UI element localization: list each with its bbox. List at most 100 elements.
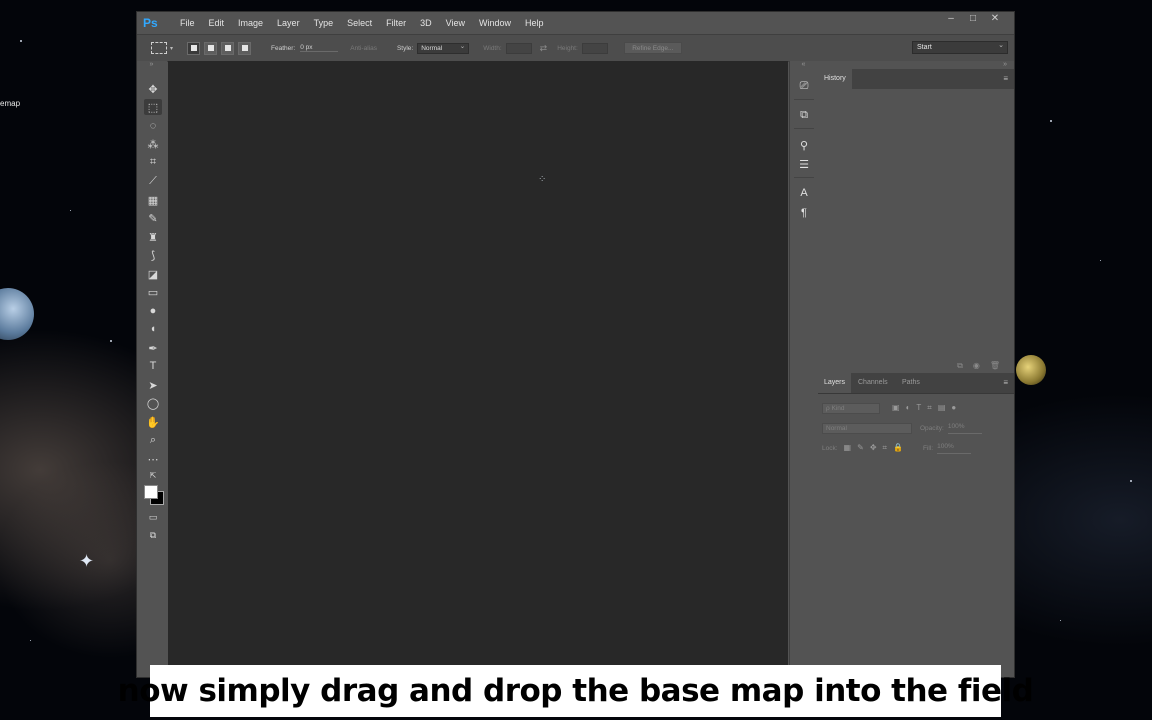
ellipse-tool-icon[interactable]: ◯ <box>144 395 162 411</box>
panel-menu-icon[interactable]: ≡ <box>1003 74 1008 83</box>
lock-image-icon[interactable]: ✎ <box>857 443 864 453</box>
character-panel-icon[interactable]: A <box>795 185 813 201</box>
magic-wand-tool-icon[interactable]: ⁂ <box>144 136 162 152</box>
photoshop-logo-icon: Ps <box>143 16 158 30</box>
move-tool-icon[interactable]: ✥ <box>144 81 162 97</box>
eraser-tool-icon[interactable]: ◪ <box>144 266 162 282</box>
lock-all-icon[interactable]: 🔒 <box>893 443 903 453</box>
crop-tool-icon[interactable]: ⌗ <box>144 154 162 170</box>
zoom-tool-icon[interactable]: ⌕ <box>144 432 162 448</box>
menu-file[interactable]: File <box>173 18 202 28</box>
antialias-checkbox[interactable]: Anti-alias <box>350 45 377 52</box>
desktop-icon-label[interactable]: emap <box>0 99 20 108</box>
tab-layers[interactable]: Layers <box>818 373 852 393</box>
refine-edge-button[interactable]: Refine Edge... <box>623 42 682 54</box>
screen-mode-icon[interactable]: ⧉ <box>144 527 162 543</box>
maximize-button[interactable]: □ <box>962 13 984 24</box>
photoshop-window: Ps File Edit Image Layer Type Select Fil… <box>136 11 1015 678</box>
panel-menu-icon[interactable]: ≡ <box>1003 378 1008 387</box>
filter-toggle-icon[interactable]: ● <box>951 403 956 413</box>
menu-type[interactable]: Type <box>307 18 341 28</box>
chevron-down-icon[interactable]: ▾ <box>170 45 173 52</box>
tab-paths[interactable]: Paths <box>896 373 926 393</box>
adjustments-icon[interactable]: ☰ <box>795 156 813 172</box>
tab-channels[interactable]: Channels <box>852 373 894 393</box>
dodge-tool-icon[interactable]: ◖ <box>144 321 162 337</box>
subtract-selection-button[interactable] <box>221 41 235 55</box>
hand-tool-icon[interactable]: ✋ <box>144 414 162 430</box>
menu-select[interactable]: Select <box>340 18 379 28</box>
lock-transparent-icon[interactable]: ▦ <box>844 443 852 453</box>
new-selection-button[interactable] <box>187 41 201 55</box>
paragraph-panel-icon[interactable]: ¶ <box>795 205 813 221</box>
menu-bar: Ps File Edit Image Layer Type Select Fil… <box>137 12 1014 34</box>
menu-view[interactable]: View <box>439 18 472 28</box>
swap-icon[interactable]: ⇄ <box>540 43 548 54</box>
menu-layer[interactable]: Layer <box>270 18 307 28</box>
type-filter-icon[interactable]: T <box>916 403 921 413</box>
workspace-select[interactable]: Start <box>912 40 1008 54</box>
layers-panel-header: Layers Channels Paths ≡ <box>818 373 1014 394</box>
history-brush-tool-icon[interactable]: ⟆ <box>144 247 162 263</box>
history-list[interactable] <box>818 89 1014 359</box>
menu-help[interactable]: Help <box>518 18 551 28</box>
fill-input[interactable]: 100% <box>937 443 972 454</box>
menu-image[interactable]: Image <box>231 18 270 28</box>
style-select[interactable]: Normal <box>417 42 470 54</box>
height-label: Height: <box>557 44 578 52</box>
height-input[interactable] <box>581 42 608 54</box>
marquee-tool-preset-icon[interactable] <box>151 42 167 54</box>
add-selection-button[interactable] <box>204 41 218 55</box>
menu-filter[interactable]: Filter <box>379 18 413 28</box>
panel-dock: « ⎚ ⧉ ⚲ ☰ A ¶ <box>789 61 818 677</box>
layer-filter-kind[interactable]: ρ Kind <box>822 402 880 414</box>
adjustment-filter-icon[interactable]: ◐ <box>906 403 911 413</box>
width-input[interactable] <box>505 42 532 54</box>
panel-grip[interactable]: « <box>790 61 818 71</box>
panel-grip[interactable]: » <box>137 61 167 71</box>
planet-image <box>1016 355 1046 385</box>
path-selection-tool-icon[interactable]: ➤ <box>144 377 162 393</box>
brush-tool-icon[interactable]: ✎ <box>144 210 162 226</box>
layer-filter-icons: ▣ ◐ T ⌗ ▤ ● <box>892 403 956 413</box>
lock-position-icon[interactable]: ✥ <box>870 443 877 453</box>
document-area[interactable]: ⁘ <box>168 61 788 677</box>
options-bar: ▾ Feather: 0 px Anti-alias Style: Normal… <box>137 34 1014 62</box>
subtitle-text: now simply drag and drop the base map in… <box>117 673 1034 709</box>
main-menu: File Edit Image Layer Type Select Filter… <box>173 18 551 28</box>
healing-brush-tool-icon[interactable]: ▦ <box>144 192 162 208</box>
planet-image <box>0 288 34 340</box>
menu-3d[interactable]: 3D <box>413 18 439 28</box>
opacity-input[interactable]: 100% <box>947 423 982 434</box>
foreground-color-swatch[interactable] <box>144 485 158 499</box>
feather-input[interactable]: 0 px <box>300 44 339 52</box>
marquee-tool-icon[interactable]: ⬚ <box>144 99 162 115</box>
shape-filter-icon[interactable]: ⌗ <box>927 403 932 413</box>
pixel-filter-icon[interactable]: ▣ <box>892 403 900 413</box>
clone-stamp-tool-icon[interactable]: ♜ <box>144 229 162 245</box>
selection-mode-group <box>187 41 252 55</box>
minimize-button[interactable]: – <box>940 13 962 24</box>
fill-label: Fill: <box>923 444 934 452</box>
blur-tool-icon[interactable]: ● <box>144 303 162 319</box>
clone-source-icon[interactable]: ⧉ <box>795 107 813 123</box>
menu-edit[interactable]: Edit <box>202 18 232 28</box>
type-tool-icon[interactable]: T <box>144 358 162 374</box>
history-panel-icon[interactable]: ⎚ <box>795 78 813 94</box>
star-sparkle: ✦ <box>79 551 95 571</box>
tab-history[interactable]: History <box>818 69 852 89</box>
pen-tool-icon[interactable]: ✒ <box>144 340 162 356</box>
lock-artboard-icon[interactable]: ⌗ <box>883 443 888 453</box>
eyedropper-tool-icon[interactable]: ⟋ <box>144 173 162 189</box>
brush-settings-icon[interactable]: ⚲ <box>795 137 813 153</box>
menu-window[interactable]: Window <box>472 18 518 28</box>
smart-object-filter-icon[interactable]: ▤ <box>938 403 946 413</box>
blend-mode-select[interactable]: Normal <box>822 422 912 434</box>
more-tools-icon[interactable]: ⋯ <box>144 451 162 467</box>
lasso-tool-icon[interactable]: ◌ <box>144 118 162 134</box>
gradient-tool-icon[interactable]: ▭ <box>144 284 162 300</box>
intersect-selection-button[interactable] <box>238 41 252 55</box>
quick-mask-icon[interactable]: ▭ <box>144 509 162 525</box>
default-colors-icon[interactable]: ⇱ <box>144 467 162 483</box>
close-button[interactable]: ✕ <box>984 13 1006 24</box>
